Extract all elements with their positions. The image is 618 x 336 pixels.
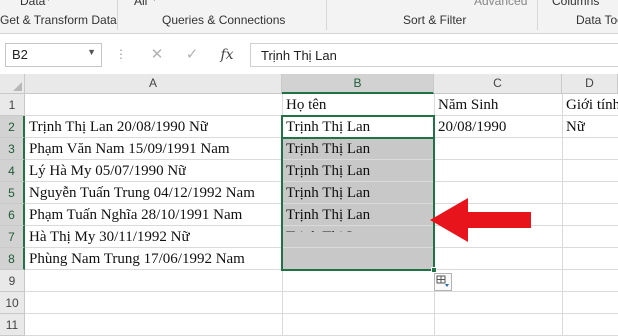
row-header-4[interactable]: 4 [0, 160, 25, 182]
row-header-1[interactable]: 1 [0, 94, 25, 116]
cell-b5[interactable]: Trịnh Thị Lan [286, 182, 370, 204]
flash-fill-options-icon [436, 275, 449, 287]
cell-b7[interactable]: Trịnh Thị Lan [286, 226, 370, 232]
select-all-triangle-icon [13, 82, 22, 91]
column-header-c[interactable]: C [434, 74, 562, 94]
cell-d1[interactable]: Giới tính [566, 94, 618, 116]
cell-area[interactable]: Họ tên Năm Sinh Giới tính Trịnh Thị Lan … [25, 94, 618, 336]
row-header-10[interactable]: 10 [0, 292, 25, 314]
ribbon-group-queries: Queries & Connections [162, 13, 286, 27]
row-header-2[interactable]: 2 [0, 116, 25, 138]
red-arrow-icon [430, 198, 531, 242]
ribbon-separator [326, 0, 327, 30]
cell-a8[interactable]: Phùng Nam Trung 17/06/1992 Nam [29, 248, 245, 270]
cell-a4[interactable]: Lý Hà My 05/07/1990 Nữ [29, 160, 186, 182]
gridline [562, 94, 563, 336]
row-header-7[interactable]: 7 [0, 226, 25, 248]
ribbon-columns-button[interactable]: Columns [552, 0, 599, 8]
ribbon-separator [537, 0, 538, 30]
column-header-b[interactable]: B [282, 74, 434, 94]
ribbon-group-get-transform: Get & Transform Data [0, 13, 117, 27]
chevron-down-icon: ▾ [152, 0, 157, 4]
cell-b6[interactable]: Trịnh Thị Lan [286, 204, 370, 226]
ribbon-data-button[interactable]: Data [20, 0, 45, 8]
formula-bar: B2 ▼ ⋮ ✕ ✓ fx Trịnh Thị Lan [0, 34, 618, 74]
cell-b2[interactable]: Trịnh Thị Lan [286, 116, 370, 138]
row-header-3[interactable]: 3 [0, 138, 25, 160]
cell-b4[interactable]: Trịnh Thị Lan [286, 160, 370, 182]
cell-a3[interactable]: Phạm Văn Nam 15/09/1991 Nam [29, 138, 230, 160]
ribbon: Data ▾ Get & Transform Data All ▾ Querie… [0, 0, 618, 34]
name-box-value: B2 [12, 47, 28, 62]
row-header-8[interactable]: 8 [0, 248, 25, 270]
cell-a7[interactable]: Hà Thị My 30/11/1992 Nữ [29, 226, 190, 248]
cancel-icon[interactable]: ✕ [145, 43, 169, 67]
row-header-5[interactable]: 5 [0, 182, 25, 204]
ribbon-group-sort-filter: Sort & Filter [403, 13, 467, 27]
cell-c2[interactable]: 20/08/1990 [438, 116, 506, 138]
chevron-down-icon: ▾ [46, 0, 51, 4]
gridline [25, 313, 618, 314]
gridline [25, 291, 618, 292]
flash-fill-options-button[interactable] [434, 273, 452, 291]
cell-b1[interactable]: Họ tên [286, 94, 326, 116]
column-header-d[interactable]: D [562, 74, 618, 94]
cell-d2[interactable]: Nữ [566, 116, 585, 138]
cell-b3[interactable]: Trịnh Thị Lan [286, 138, 370, 160]
row-header-9[interactable]: 9 [0, 270, 25, 292]
cell-a2[interactable]: Trịnh Thị Lan 20/08/1990 Nữ [29, 116, 208, 138]
ribbon-separator [117, 0, 118, 30]
name-box[interactable]: B2 ▼ [5, 43, 102, 67]
ribbon-all-button[interactable]: All [134, 0, 147, 8]
formula-bar-grip-icon[interactable]: ⋮ [115, 47, 127, 61]
column-header-a[interactable]: A [25, 74, 282, 94]
ribbon-group-data-tools: Data Too [576, 13, 618, 27]
cell-a5[interactable]: Nguyễn Tuấn Trung 04/12/1992 Nam [29, 182, 282, 204]
ribbon-advanced-button[interactable]: Advanced [474, 0, 527, 8]
cell-c1[interactable]: Năm Sinh [438, 94, 498, 116]
formula-input[interactable]: Trịnh Thị Lan [250, 43, 618, 67]
cell-a6[interactable]: Phạm Tuấn Nghĩa 28/10/1991 Nam [29, 204, 242, 226]
insert-function-icon[interactable]: fx [215, 43, 239, 67]
check-icon[interactable]: ✓ [180, 43, 204, 67]
row-header-11[interactable]: 11 [0, 314, 25, 336]
spreadsheet-grid: A B C D 1 2 3 4 5 6 7 8 9 10 11 Họ tên N… [0, 74, 618, 336]
row-header-6[interactable]: 6 [0, 204, 25, 226]
chevron-down-icon[interactable]: ▼ [87, 47, 96, 57]
select-all-button[interactable] [0, 74, 25, 94]
